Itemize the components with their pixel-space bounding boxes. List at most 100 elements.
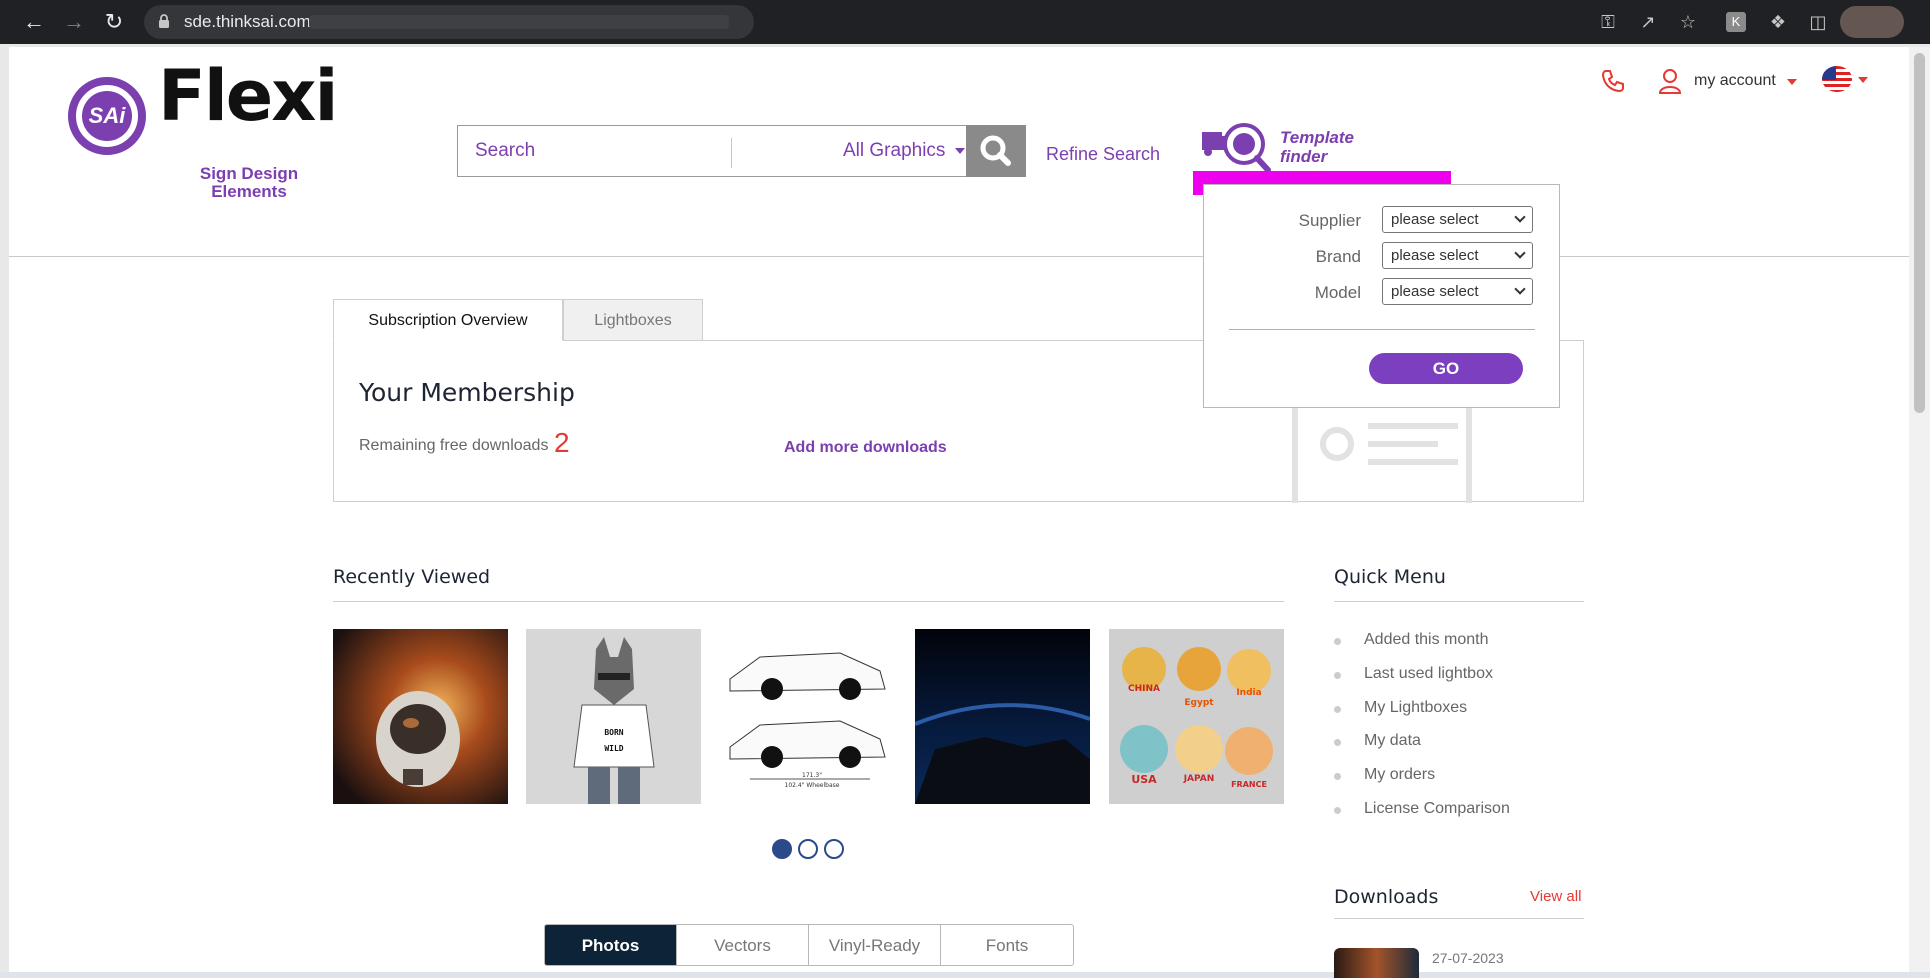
reload-icon[interactable]: ↻ [100,8,128,36]
browser-toolbar: ← → ↻ sde.thinksai.com ⚿ ↗ ☆ K ❖ ◫ [0,0,1930,44]
profile-avatar[interactable] [1840,6,1904,38]
site-logo[interactable]: SAi Flexi Sign Design Elements [68,55,338,201]
forward-arrow-icon[interactable]: → [60,8,88,36]
logo-subtitle-line2: Elements [211,182,287,201]
template-finder-panel: Supplier please select Brand please sele… [1203,184,1560,408]
bullet-icon [1334,706,1341,713]
supplier-row: Supplier please select [1204,206,1561,236]
header-divider [9,256,1909,257]
search-bar: All Graphics [457,125,968,177]
download-thumbnail[interactable] [1334,948,1419,978]
template-finder-divider [1229,329,1535,330]
go-button[interactable]: GO [1369,353,1523,384]
thumbnail-country-stickers[interactable]: CHINA Egypt India USA JAPAN FRANCE [1109,629,1284,804]
search-divider [731,138,732,168]
quick-menu-item-label: Last used lightbox [1364,665,1493,682]
sticker-label: India [1236,688,1261,698]
add-more-downloads-link[interactable]: Add more downloads [784,439,947,457]
bullet-icon [1334,739,1341,746]
tab-lightboxes[interactable]: Lightboxes [563,299,703,341]
sai-badge-text: SAi [82,91,132,141]
doc-line [1368,441,1438,447]
model-label: Model [1314,283,1361,302]
lock-icon [159,14,169,28]
my-account-label: my account [1694,72,1776,89]
quick-menu-rule [1334,601,1584,602]
recently-viewed-title: Recently Viewed [333,566,491,588]
sticker-label: Egypt [1184,698,1214,708]
window-bottom-edge [0,972,1930,978]
back-arrow-icon[interactable]: ← [20,8,48,36]
puzzle-icon[interactable]: ❖ [1766,10,1790,34]
vehicle-dimension-2: 102.4" Wheelbase [785,782,840,789]
vehicle-dimension-1: 171.3" [802,772,822,779]
model-row: Model please select [1204,278,1561,308]
supplier-select-value: please select [1391,211,1479,228]
carousel-dot-2[interactable] [798,839,818,859]
thumbnail-astronaut[interactable] [333,629,508,804]
logo-wordmark: Flexi [158,55,338,137]
media-type-tabs: Photos Vectors Vinyl-Ready Fonts [544,924,1074,966]
remaining-downloads-label: Remaining free downloads [359,437,549,454]
supplier-select[interactable]: please select [1382,206,1533,233]
url-text: sde.thinksai.com [184,12,311,31]
extension-k-icon[interactable]: K [1726,12,1746,32]
tab-vectors[interactable]: Vectors [677,925,809,965]
sidebar-toggle-icon[interactable]: ◫ [1806,10,1830,34]
sai-badge: SAi [68,77,146,155]
svg-text:BORN: BORN [604,728,623,737]
bullet-icon [1334,773,1341,780]
share-icon[interactable]: ↗ [1636,10,1660,34]
sticker-label: USA [1131,773,1157,786]
brand-label: Brand [1315,247,1361,266]
category-dropdown[interactable]: All Graphics [743,126,968,176]
refine-search-link[interactable]: Refine Search [1046,144,1160,165]
account-chevron-icon [1787,79,1797,85]
download-date: 27-07-2023 [1432,950,1504,966]
language-chevron-icon[interactable] [1858,77,1868,83]
sticker-label: CHINA [1128,684,1160,694]
remaining-downloads-count: 2 [554,427,570,458]
scrollbar-thumb[interactable] [1914,53,1925,413]
phone-icon[interactable] [1600,68,1626,94]
carousel-dot-3[interactable] [824,839,844,859]
user-icon [1658,69,1682,94]
star-icon[interactable]: ☆ [1676,10,1700,34]
tab-fonts[interactable]: Fonts [941,925,1073,965]
thumbnail-earth-night[interactable] [915,629,1090,804]
scrollbar[interactable] [1909,47,1930,972]
tab-photos[interactable]: Photos [545,925,677,965]
logo-subtitle: Sign Design Elements [184,165,314,201]
us-flag-icon[interactable] [1822,66,1852,92]
thumbnail-wolf[interactable]: BORN WILD [526,629,701,804]
key-icon[interactable]: ⚿ [1596,10,1620,34]
tab-vinyl-ready[interactable]: Vinyl-Ready [809,925,941,965]
membership-title: Your Membership [359,378,575,407]
template-finder-label: Template finder [1280,128,1354,166]
document-illustration-icon [1292,399,1472,503]
brand-select-value: please select [1391,247,1479,264]
carousel-dot-1[interactable] [772,839,792,859]
downloads-title: Downloads [1334,886,1439,908]
bullet-icon [1334,807,1341,814]
category-value: All Graphics [843,140,946,161]
doc-circle [1320,427,1354,461]
truck-magnifier-icon [1202,123,1271,173]
address-bar[interactable]: sde.thinksai.com [144,5,754,39]
thumbnail-vehicle-template[interactable]: 171.3" 102.4" Wheelbase [720,629,895,804]
downloads-view-all-link[interactable]: View all [1530,888,1581,905]
logo-subtitle-line1: Sign Design [199,164,299,183]
chevron-down-icon [1514,211,1526,223]
brand-select[interactable]: please select [1382,242,1533,269]
model-select[interactable]: please select [1382,278,1533,305]
tab-subscription-overview[interactable]: Subscription Overview [333,299,563,341]
brand-row: Brand please select [1204,242,1561,272]
quick-menu-item-label: My Lightboxes [1364,699,1468,716]
doc-line [1368,423,1458,429]
search-input[interactable] [458,126,728,176]
chevron-down-icon [955,148,965,154]
search-button[interactable] [966,125,1026,177]
template-finder-label-line2: finder [1280,147,1328,166]
quick-menu-item-label: My orders [1364,766,1436,783]
recently-viewed-rule [333,601,1284,602]
